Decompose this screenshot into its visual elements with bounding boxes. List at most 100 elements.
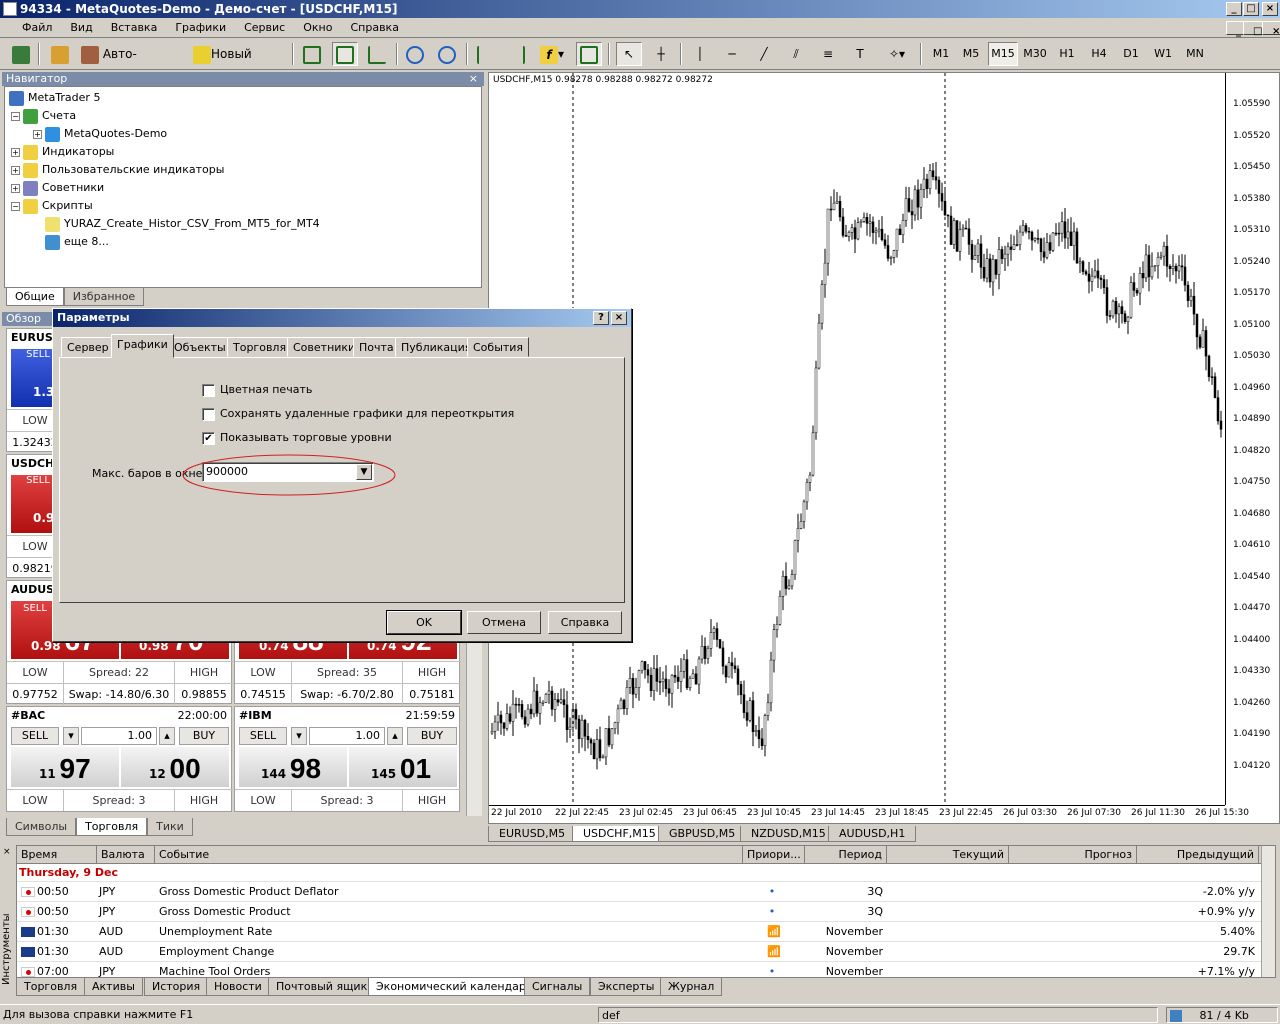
tab-symbols[interactable]: Символы xyxy=(6,818,77,836)
tf-h1-button[interactable]: H1 xyxy=(1052,42,1082,66)
menu-window[interactable]: Окно xyxy=(294,18,341,38)
dialog-tab-experts[interactable]: Советники xyxy=(287,337,362,357)
trendline-button[interactable]: ╱ xyxy=(752,42,776,66)
vertical-line-button[interactable]: │ xyxy=(688,42,712,66)
chart-tab-eurusd[interactable]: EURUSD,M5 xyxy=(488,826,577,842)
collapse-icon[interactable]: − xyxy=(11,201,20,211)
dialog-tab-publish[interactable]: Публикация xyxy=(395,337,478,357)
dialog-tab-charts[interactable]: Графики xyxy=(111,334,174,358)
menu-view[interactable]: Вид xyxy=(61,18,101,38)
tf-h4-button[interactable]: H4 xyxy=(1084,42,1114,66)
tree-item-custom-indicators[interactable]: + Пользовательские индикаторы xyxy=(5,161,481,179)
tab-exposure[interactable]: Активы xyxy=(84,978,143,996)
tree-item-script[interactable]: YURAZ_Create_Histor_CSV_From_MT5_for_MT4 xyxy=(5,215,481,233)
bar-chart-button[interactable] xyxy=(300,42,324,66)
new-order-button[interactable]: Новый ордер xyxy=(192,42,288,83)
tab-economic-calendar[interactable]: Экономический календарь xyxy=(368,978,541,996)
text-button[interactable]: T xyxy=(848,42,872,66)
periods-button[interactable] xyxy=(576,42,602,66)
calendar-row[interactable]: 01:30 AUD Unemployment Rate 📶 November 5.40% xyxy=(17,922,1275,942)
horizontal-line-button[interactable]: ─ xyxy=(720,42,744,66)
buy-price-box[interactable]: 12 00 xyxy=(121,747,229,787)
maximize-button[interactable]: □ xyxy=(1243,2,1259,16)
menu-insert[interactable]: Вставка xyxy=(102,18,167,38)
chart-tab-audusd[interactable]: AUDUSD,H1 xyxy=(828,826,917,842)
menu-help[interactable]: Справка xyxy=(341,18,407,38)
tree-item-accounts[interactable]: − Счета xyxy=(5,107,481,125)
close-button[interactable]: × xyxy=(1262,2,1278,16)
col-period[interactable]: Период xyxy=(805,846,887,864)
chart-shift-button[interactable] xyxy=(504,42,530,66)
expand-icon[interactable]: + xyxy=(11,165,20,175)
tab-trading[interactable]: Торговля xyxy=(76,818,148,836)
tf-d1-button[interactable]: D1 xyxy=(1116,42,1146,66)
calendar-row[interactable]: 00:50 JPY Gross Domestic Product • 3Q +0.9% y… xyxy=(17,902,1275,922)
menu-charts[interactable]: Графики xyxy=(166,18,235,38)
col-previous[interactable]: Предыдущий xyxy=(1137,846,1259,864)
dialog-tab-server[interactable]: Сервер xyxy=(61,337,115,357)
tab-common[interactable]: Общие xyxy=(6,288,64,306)
tf-m30-button[interactable]: M30 xyxy=(1020,42,1050,66)
new-chart-button[interactable] xyxy=(8,42,34,66)
col-forecast[interactable]: Прогноз xyxy=(1009,846,1137,864)
candle-chart-button[interactable] xyxy=(332,42,358,66)
sell-button[interactable]: SELL xyxy=(239,727,287,745)
tf-m1-button[interactable]: M1 xyxy=(926,42,956,66)
col-event[interactable]: Событие xyxy=(155,846,743,864)
col-priority[interactable]: Приори... xyxy=(743,846,805,864)
ok-button[interactable]: OK xyxy=(386,610,462,635)
cursor-button[interactable]: ↖ xyxy=(616,42,642,66)
tab-history[interactable]: История xyxy=(144,978,209,996)
expand-icon[interactable]: + xyxy=(33,129,42,139)
buy-button[interactable]: BUY xyxy=(179,727,229,745)
menu-file[interactable]: Файл xyxy=(0,18,61,38)
dialog-tab-trading[interactable]: Торговля xyxy=(227,337,293,357)
equidistant-channel-button[interactable]: ⫽ xyxy=(784,42,808,66)
tree-item-terminal[interactable]: MetaTrader 5 xyxy=(5,89,481,107)
minimize-button[interactable]: _ xyxy=(1226,2,1242,16)
indicators-button[interactable]: f ▾ xyxy=(536,42,570,66)
tab-ticks[interactable]: Тики xyxy=(147,818,193,836)
tf-mn-button[interactable]: MN xyxy=(1180,42,1210,66)
col-time[interactable]: Время xyxy=(17,846,97,864)
tree-item-account-demo[interactable]: + MetaQuotes-Demo xyxy=(5,125,481,143)
objects-menu-button[interactable]: ✧▾ xyxy=(880,42,914,66)
dialog-help-button[interactable]: ? xyxy=(593,311,609,325)
dialog-tab-objects[interactable]: Объекты xyxy=(168,337,232,357)
tab-mailbox[interactable]: Почтовый ящик xyxy=(268,978,376,996)
volume-up-button[interactable]: ▴ xyxy=(387,727,403,745)
sell-price-box[interactable]: 144 98 xyxy=(239,747,347,787)
chart-tab-usdchf[interactable]: USDCHF,M15 xyxy=(572,826,667,842)
crosshair-button[interactable]: ┼ xyxy=(648,42,674,66)
calendar-row[interactable]: 01:30 AUD Employment Change 📶 November 29.7K xyxy=(17,942,1275,962)
volume-down-button[interactable]: ▾ xyxy=(291,727,307,745)
sell-button[interactable]: SELL xyxy=(11,727,59,745)
show-trade-levels-checkbox[interactable]: ✔ xyxy=(202,432,215,445)
help-button[interactable]: Справка xyxy=(548,611,622,634)
tab-experts[interactable]: Эксперты xyxy=(590,978,663,996)
tree-item-experts[interactable]: + Советники xyxy=(5,179,481,197)
chart-tab-gbpusd[interactable]: GBPUSD,M5 xyxy=(658,826,747,842)
fibonacci-button[interactable]: ≡ xyxy=(816,42,840,66)
col-actual[interactable]: Текущий xyxy=(887,846,1009,864)
navigator-close-icon[interactable]: × xyxy=(469,72,478,86)
dialog-close-button[interactable]: × xyxy=(611,311,627,325)
zoom-out-button[interactable] xyxy=(434,42,460,66)
collapse-icon[interactable]: − xyxy=(11,111,20,121)
autotrading-button[interactable]: Авто-торговля xyxy=(80,42,186,83)
tree-item-indicators[interactable]: + Индикаторы xyxy=(5,143,481,161)
tab-trade[interactable]: Торговля xyxy=(16,978,86,996)
tab-signals[interactable]: Сигналы xyxy=(524,978,591,996)
expand-icon[interactable]: + xyxy=(11,147,20,157)
buy-price-box[interactable]: 145 01 xyxy=(349,747,457,787)
volume-input[interactable]: 1.00 xyxy=(309,727,385,745)
expand-icon[interactable]: + xyxy=(11,183,20,193)
zoom-in-button[interactable] xyxy=(402,42,428,66)
save-deleted-charts-checkbox[interactable] xyxy=(202,408,215,421)
volume-up-button[interactable]: ▴ xyxy=(159,727,175,745)
tab-journal[interactable]: Журнал xyxy=(660,978,723,996)
tree-item-scripts[interactable]: − Скрипты xyxy=(5,197,481,215)
calendar-row[interactable]: 07:00 JPY Machine Tool Orders • November +7.1… xyxy=(17,962,1275,977)
col-currency[interactable]: Валюта xyxy=(97,846,155,864)
tf-m15-button[interactable]: M15 xyxy=(988,42,1018,66)
